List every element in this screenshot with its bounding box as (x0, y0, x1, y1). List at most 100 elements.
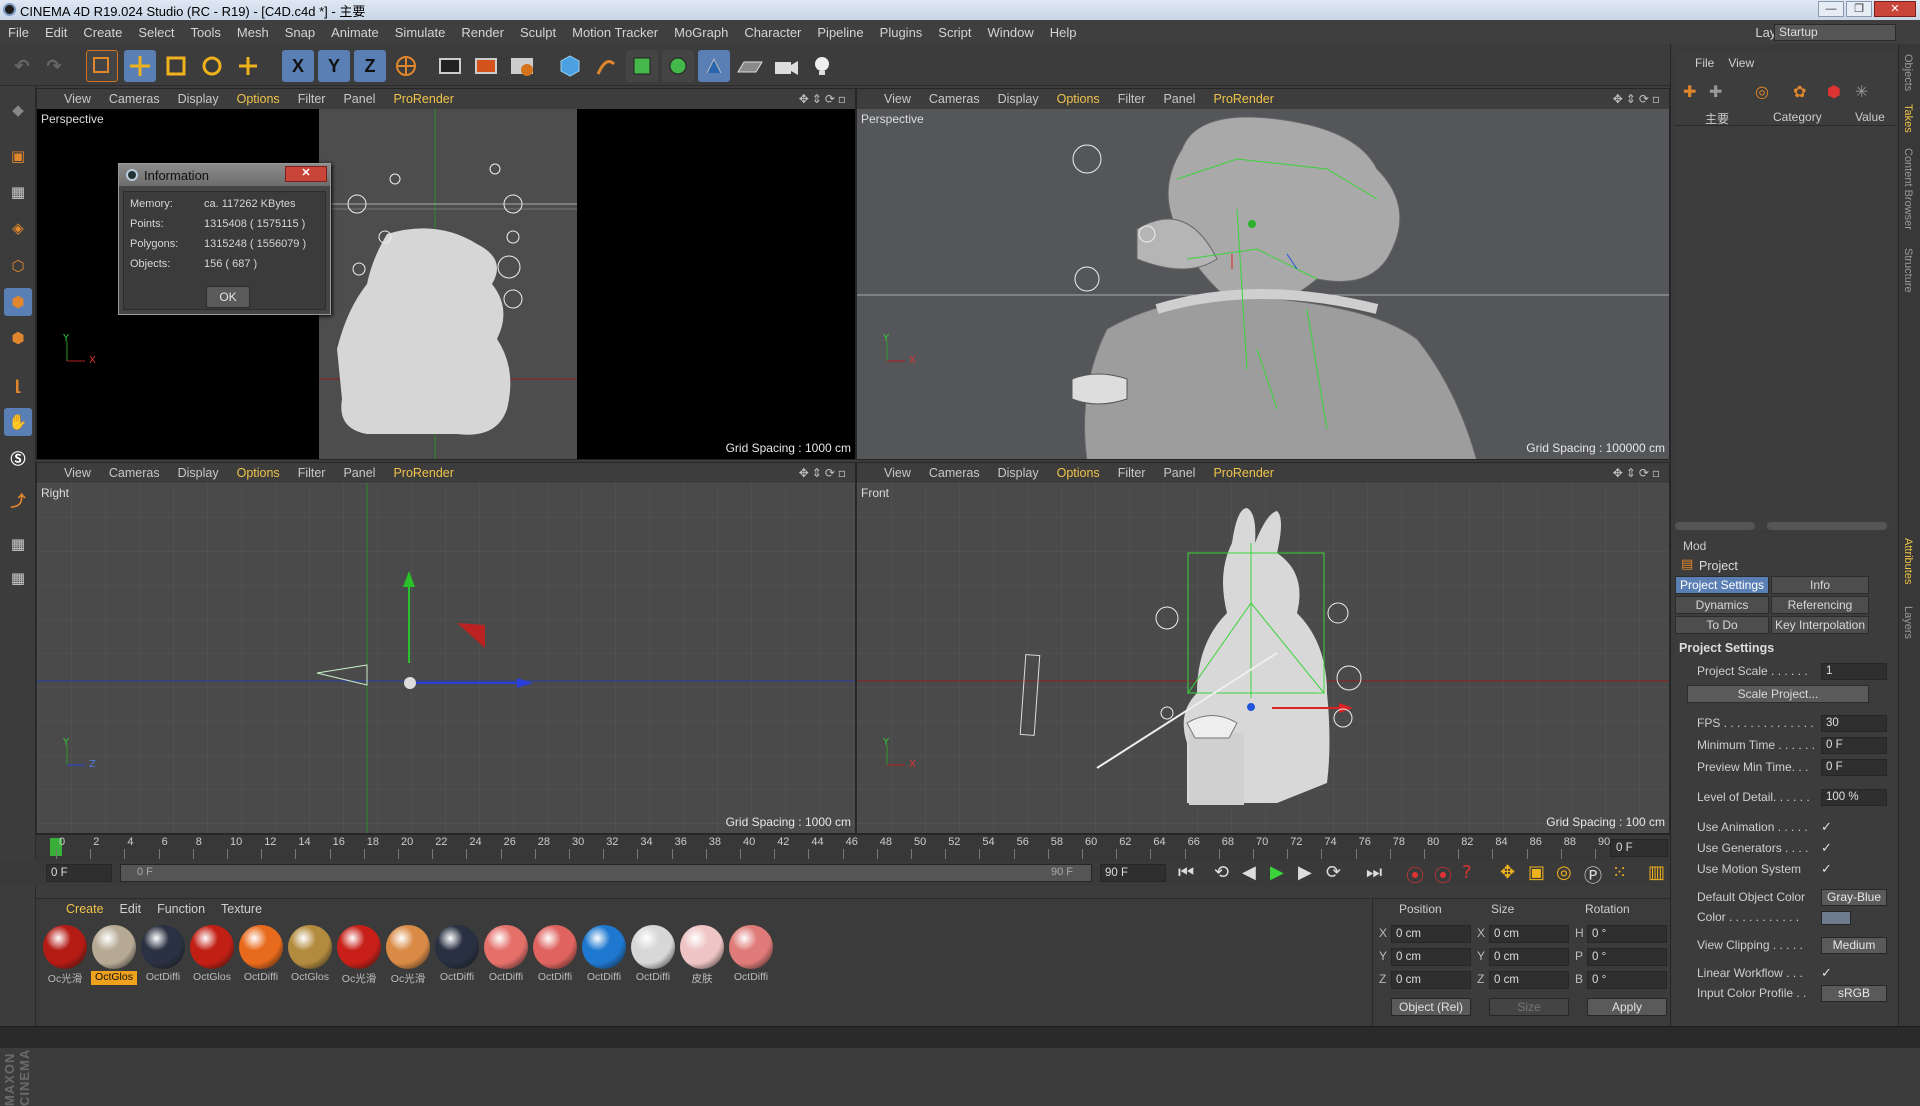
viewport-front[interactable]: View Cameras Display Options Filter Pane… (856, 462, 1670, 834)
menu-help[interactable]: Help (1042, 25, 1085, 40)
coordinate-mode-select[interactable]: Object (Rel) (1391, 998, 1471, 1016)
vp-menu-cameras[interactable]: Cameras (100, 92, 169, 106)
project-scale-field[interactable]: 1 (1821, 663, 1887, 680)
key-parameter-icon[interactable]: Ⓟ (1584, 862, 1602, 888)
workplane-mode-icon[interactable]: ◈ (4, 214, 32, 242)
viewport-nav-icons[interactable]: ✥⇕⟳▫ (799, 466, 849, 480)
material-item[interactable]: 皮肤 (679, 925, 725, 985)
vp-menu-view[interactable]: View (875, 92, 920, 106)
record-keys-icon[interactable]: ⦿ (1406, 862, 1424, 888)
dialog-titlebar[interactable]: Information ✕ (119, 164, 330, 186)
attribute-mode-menu[interactable]: Mod (1683, 539, 1706, 553)
layout-select[interactable]: Startup (1774, 24, 1896, 41)
vp-menu-display[interactable]: Display (169, 466, 228, 480)
deformer-icon[interactable] (698, 50, 730, 82)
vp-menu-filter[interactable]: Filter (289, 92, 335, 106)
size-x-field[interactable]: 0 cm (1489, 925, 1569, 943)
vp-menu-options[interactable]: Options (228, 466, 289, 480)
vp-menu-panel[interactable]: Panel (334, 92, 384, 106)
play-forward-icon[interactable]: ▶ (1270, 862, 1284, 883)
tab-to-do[interactable]: To Do (1675, 616, 1769, 634)
minimize-button[interactable]: — (1818, 1, 1844, 17)
next-frame-icon[interactable]: ▶ (1298, 862, 1312, 883)
end-frame-field[interactable]: 90 F (1100, 864, 1166, 882)
recent-tool-icon[interactable] (232, 50, 264, 82)
take-clone-icon[interactable]: ✚ (1709, 82, 1722, 101)
timeline-window-icon[interactable]: ▥ (1648, 862, 1665, 883)
subdivision-surface-icon[interactable] (626, 50, 658, 82)
go-to-end-icon[interactable]: ⏭ (1366, 862, 1382, 883)
vp-menu-options[interactable]: Options (228, 92, 289, 106)
vp-menu-display[interactable]: Display (169, 92, 228, 106)
tweak-mode-icon[interactable]: ✋ (4, 408, 32, 436)
rotation-b-field[interactable]: 0 ° (1587, 971, 1667, 989)
mat-menu-texture[interactable]: Texture (213, 902, 270, 916)
menu-create[interactable]: Create (75, 25, 130, 40)
vp-menu-prorender[interactable]: ProRender (384, 466, 462, 480)
menu-plugins[interactable]: Plugins (872, 25, 931, 40)
scale-tool-icon[interactable] (160, 50, 192, 82)
live-selection-icon[interactable] (86, 50, 118, 82)
vp-menu-cameras[interactable]: Cameras (920, 92, 989, 106)
position-y-field[interactable]: 0 cm (1391, 948, 1471, 966)
undo-icon[interactable]: ↶ (6, 50, 38, 82)
material-item[interactable]: OctDiffi (434, 925, 480, 985)
take-main-item[interactable]: 主要 (1705, 110, 1729, 127)
rotation-h-field[interactable]: 0 ° (1587, 925, 1667, 943)
tab-info[interactable]: Info (1771, 576, 1869, 594)
size-z-field[interactable]: 0 cm (1489, 971, 1569, 989)
x-axis-lock-button[interactable]: X (282, 50, 314, 82)
workplane-align-icon[interactable]: ▦ (4, 564, 32, 592)
menu-mesh[interactable]: Mesh (229, 25, 277, 40)
close-button[interactable]: ✕ (1874, 1, 1916, 17)
autokeying-icon[interactable]: ⦿ (1434, 862, 1452, 888)
menu-motion-tracker[interactable]: Motion Tracker (564, 25, 666, 40)
vp-menu-filter[interactable]: Filter (1109, 92, 1155, 106)
make-editable-icon[interactable]: ◆ (4, 96, 32, 124)
timeline-ruler[interactable]: 0 2 4 6 8 10 12 14 16 18 20 22 24 26 28 30 32 34 36 38 40 42 4… (36, 834, 1670, 860)
vp-menu-display[interactable]: Display (989, 466, 1048, 480)
viewport-right[interactable]: View Cameras Display Options Filter Pane… (36, 462, 856, 834)
key-scale-icon[interactable]: ▣ (1528, 862, 1545, 883)
preview-min-field[interactable]: 0 F (1821, 759, 1887, 776)
size-mode-select[interactable]: Size (1489, 998, 1569, 1016)
take-override-icon[interactable]: ◎ (1755, 82, 1769, 101)
take-auto-icon[interactable]: ✿ (1793, 82, 1806, 101)
material-item[interactable]: OctDiffi (483, 925, 529, 985)
menu-mograph[interactable]: MoGraph (666, 25, 736, 40)
key-pla-icon[interactable]: ⁙ (1612, 862, 1627, 883)
key-rotation-icon[interactable]: ◎ (1556, 862, 1572, 883)
side-tab-takes[interactable]: Takes (1902, 104, 1914, 133)
floor-icon[interactable] (734, 50, 766, 82)
vp-menu-panel[interactable]: Panel (1154, 92, 1204, 106)
mat-menu-edit[interactable]: Edit (112, 902, 150, 916)
viewport-canvas[interactable]: Right Y Z Grid Spacing : 1000 cm (37, 483, 855, 833)
dialog-close-button[interactable]: ✕ (285, 166, 327, 182)
material-item[interactable]: OctGlos (189, 925, 235, 985)
use-generators-checkbox[interactable]: ✓ (1821, 840, 1832, 856)
menu-tools[interactable]: Tools (183, 25, 229, 40)
material-item[interactable]: OctDiffi (238, 925, 284, 985)
camera-icon[interactable] (770, 50, 802, 82)
current-frame-field[interactable]: 0 F (1610, 839, 1668, 857)
menu-render[interactable]: Render (453, 25, 512, 40)
y-axis-lock-button[interactable]: Y (318, 50, 350, 82)
side-tab-layers[interactable]: Layers (1902, 606, 1914, 639)
maximize-button[interactable]: ❐ (1846, 1, 1872, 17)
mat-menu-function[interactable]: Function (149, 902, 213, 916)
side-tab-content-browser[interactable]: Content Browser (1902, 148, 1914, 230)
horizontal-scrollbar[interactable] (1675, 522, 1755, 530)
viewport-canvas[interactable]: Front Y X Grid Spacing : 100 cm (857, 483, 1669, 833)
position-z-field[interactable]: 0 cm (1391, 971, 1471, 989)
om-menu-view[interactable]: View (1728, 56, 1754, 70)
side-tab-objects[interactable]: Objects (1902, 54, 1914, 91)
vp-menu-filter[interactable]: Filter (1109, 466, 1155, 480)
frame-range-slider[interactable]: 0 F 90 F (120, 864, 1092, 882)
redo-icon[interactable]: ↷ (38, 50, 70, 82)
viewport-nav-icons[interactable]: ✥⇕⟳▫ (1613, 92, 1663, 106)
use-animation-checkbox[interactable]: ✓ (1821, 819, 1832, 835)
dialog-ok-button[interactable]: OK (206, 286, 250, 308)
menu-animate[interactable]: Animate (323, 25, 387, 40)
spline-pen-icon[interactable] (590, 50, 622, 82)
keyframe-selection-icon[interactable]: ? (1462, 862, 1472, 883)
